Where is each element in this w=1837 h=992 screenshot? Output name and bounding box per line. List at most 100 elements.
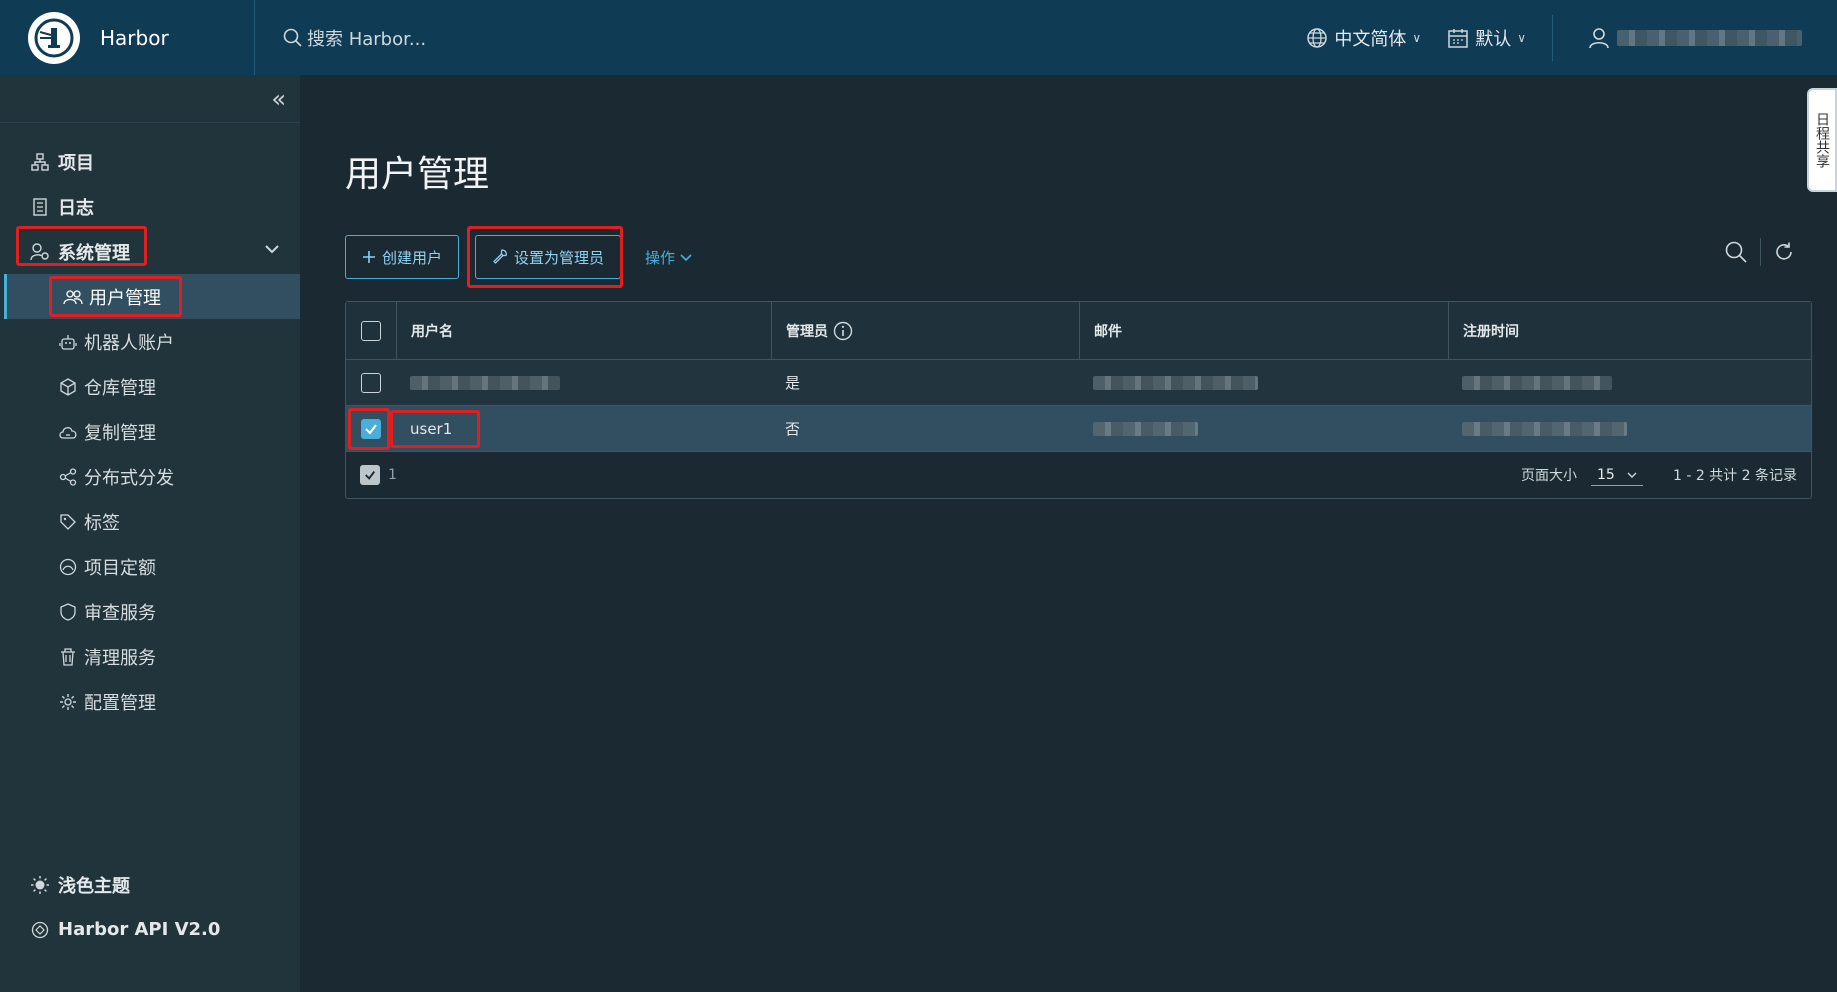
create-user-button[interactable]: 创建用户	[345, 235, 460, 279]
robot-icon	[58, 333, 78, 351]
table-footer: 1 页面大小 15 1 - 2 共计 2 条记录	[346, 452, 1811, 498]
tool-divider	[1760, 238, 1761, 266]
distribution-icon	[58, 467, 78, 486]
chevron-down-icon: ∨	[1517, 30, 1526, 45]
select-all-cell	[346, 302, 396, 359]
row-checkbox[interactable]	[361, 372, 381, 393]
refresh-icon[interactable]	[1773, 241, 1795, 263]
sidebar-subitem-label: 清理服务	[84, 647, 156, 669]
email-redacted	[1093, 421, 1198, 436]
admin-cell: 是	[771, 360, 1079, 405]
top-header: Harbor 搜索 Harbor... 中文简体 ∨ 默认 ∨	[0, 0, 1837, 75]
tag-icon	[58, 513, 78, 531]
api-explorer-link[interactable]: Harbor API V2.0	[0, 907, 300, 952]
sidebar-item-projects[interactable]: 项目	[0, 139, 300, 184]
theme-toggle[interactable]: 浅色主题	[0, 862, 300, 907]
email-redacted	[1093, 375, 1258, 390]
calendar-icon	[1448, 28, 1468, 48]
set-admin-button[interactable]: 设置为管理员	[467, 226, 624, 288]
admin-icon	[30, 242, 50, 261]
sidebar-subitem-label: 分布式分发	[84, 467, 174, 489]
api-icon	[30, 921, 50, 939]
sidebar-subitem-label: 复制管理	[84, 422, 156, 444]
sidebar-subitem-replication[interactable]: 复制管理	[0, 409, 300, 454]
pagination-summary: 1 - 2 共计 2 条记录	[1672, 468, 1797, 484]
chevron-down-icon	[680, 254, 692, 262]
shield-icon	[58, 602, 78, 621]
sidebar-subitem-robot-accounts[interactable]: 机器人账户	[0, 319, 300, 364]
info-icon[interactable]	[833, 321, 853, 341]
column-header-username[interactable]: 用户名	[396, 302, 771, 359]
actions-label: 操作	[645, 248, 676, 267]
language-label: 中文简体	[1334, 28, 1407, 50]
table-row[interactable]: user1 否	[346, 406, 1811, 452]
pagination: 页面大小 15 1 - 2 共计 2 条记录	[1521, 465, 1797, 486]
user-menu[interactable]	[1587, 26, 1837, 50]
username-text: user1	[410, 419, 453, 438]
api-explorer-label: Harbor API V2.0	[58, 919, 221, 940]
actions-dropdown[interactable]: 操作	[645, 247, 693, 268]
email-cell	[1079, 406, 1448, 451]
column-header-created[interactable]: 注册时间	[1448, 302, 1811, 359]
page-size-select[interactable]: 15	[1590, 465, 1643, 486]
row-select-cell	[346, 406, 396, 451]
global-search[interactable]: 搜索 Harbor...	[283, 25, 426, 51]
username-cell: user1	[390, 406, 771, 451]
trash-icon	[58, 647, 78, 666]
email-cell	[1079, 360, 1448, 405]
sidebar-subitem-registries[interactable]: 仓库管理	[0, 364, 300, 409]
sidebar-subitem-project-quotas[interactable]: 项目定额	[0, 544, 300, 589]
set-admin-label: 设置为管理员	[514, 248, 605, 267]
search-placeholder: 搜索 Harbor...	[307, 28, 427, 50]
sidebar-subitem-label: 机器人账户	[84, 332, 174, 354]
created-cell	[1448, 360, 1811, 405]
column-header-admin[interactable]: 管理员	[771, 302, 1079, 359]
checkmark-icon	[365, 471, 376, 480]
column-header-email[interactable]: 邮件	[1079, 302, 1448, 359]
username-cell	[396, 360, 771, 405]
users-table: 用户名 管理员 邮件 注册时间 是 user1 否 1 页面大小 15 1 - …	[345, 301, 1812, 499]
sidebar-subitem-labels[interactable]: 标签	[0, 499, 300, 544]
sidebar-subitem-interrogation-services[interactable]: 审查服务	[0, 589, 300, 634]
sidebar-item-administration[interactable]: 系统管理	[0, 226, 300, 274]
checkmark-icon	[365, 423, 377, 435]
sidebar-item-logs[interactable]: 日志	[0, 184, 300, 229]
row-select-cell	[346, 360, 396, 405]
datetime-format-label: 默认	[1475, 28, 1512, 50]
table-header: 用户名 管理员 邮件 注册时间	[346, 302, 1811, 360]
brand-name: Harbor	[100, 25, 169, 50]
page-size-label: 页面大小	[1520, 468, 1577, 484]
header-divider	[1552, 14, 1553, 61]
sidebar-subitem-label: 用户管理	[89, 287, 161, 309]
search-icon[interactable]	[1724, 240, 1748, 264]
username-redacted	[1617, 29, 1802, 46]
sidebar-subitem-clean-up[interactable]: 清理服务	[0, 634, 300, 679]
sidebar-subitem-label: 审查服务	[84, 602, 156, 624]
wrench-icon	[493, 249, 507, 264]
sidebar-subitem-user-management[interactable]: 用户管理	[4, 274, 300, 319]
username-redacted	[410, 375, 560, 390]
language-selector[interactable]: 中文简体 ∨	[1306, 25, 1421, 51]
select-all-checkbox[interactable]	[361, 320, 381, 341]
chevron-down-icon[interactable]	[262, 239, 282, 259]
row-checkbox[interactable]	[361, 418, 381, 439]
sidebar-subitem-label: 仓库管理	[84, 377, 156, 399]
sidebar-item-label: 系统管理	[58, 242, 130, 264]
grid-tools	[1724, 238, 1795, 266]
theme-toggle-label: 浅色主题	[58, 875, 130, 897]
page-title: 用户管理	[345, 154, 490, 195]
datetime-format-selector[interactable]: 默认 ∨	[1447, 25, 1526, 51]
collapse-sidebar-button[interactable]: «	[0, 75, 300, 123]
sidebar-subitem-distribution[interactable]: 分布式分发	[0, 454, 300, 499]
create-user-label: 创建用户	[382, 248, 443, 267]
notice-side-tab[interactable]: 日程共享	[1807, 88, 1837, 192]
toolbar: 创建用户 设置为管理员 操作	[345, 226, 693, 288]
column-label: 用户名	[411, 323, 453, 340]
users-icon	[63, 289, 83, 305]
selected-count: 1	[388, 467, 397, 483]
sidebar-subitem-configuration[interactable]: 配置管理	[0, 679, 300, 724]
table-row[interactable]: 是	[346, 360, 1811, 406]
sidebar-subitem-label: 项目定额	[84, 557, 156, 579]
sidebar-item-label: 项目	[58, 152, 94, 174]
brand-area[interactable]: Harbor	[0, 0, 255, 75]
